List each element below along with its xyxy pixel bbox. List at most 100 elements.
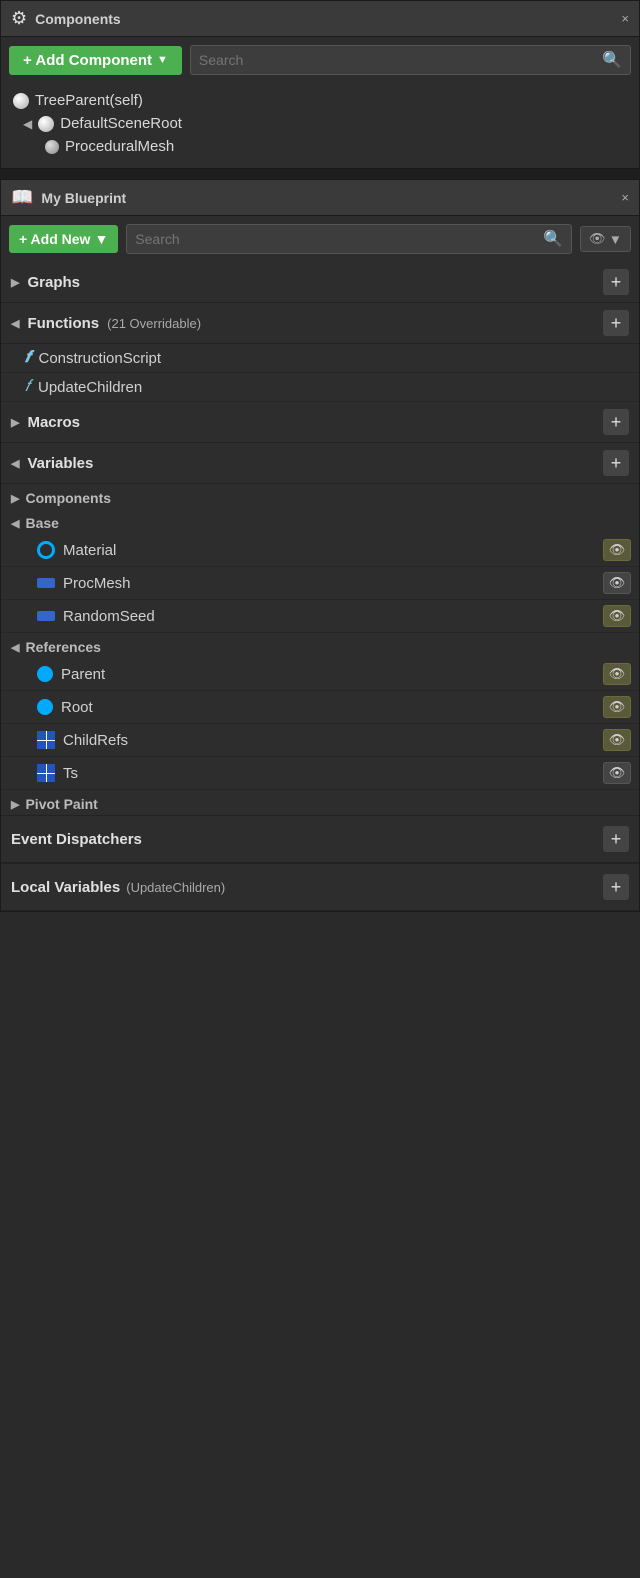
func-item-label: ConstructionScript	[39, 350, 162, 367]
sub-section-pivot-paint[interactable]: ▶ Pivot Paint	[1, 790, 639, 815]
book-icon: 📖	[11, 187, 33, 208]
proc-mesh-icon	[37, 578, 55, 588]
random-seed-eye-icon: 👁	[609, 608, 626, 624]
add-new-label: + Add New	[19, 231, 90, 247]
functions-label: Functions	[27, 315, 99, 332]
sphere-icon	[38, 116, 54, 132]
add-component-button[interactable]: + Add Component ▼	[9, 46, 182, 75]
add-component-label: + Add Component	[23, 52, 152, 69]
var-item-label: Root	[61, 699, 93, 716]
sphere-icon	[13, 93, 29, 109]
macros-add-button[interactable]: +	[603, 409, 629, 435]
variables-arrow-icon: ◀	[11, 457, 19, 470]
tree-item-defaultsceneroot[interactable]: ◀ DefaultSceneRoot	[1, 112, 639, 135]
macros-section-header[interactable]: ▶ Macros +	[1, 402, 639, 443]
update-children-icon: 𝑓	[25, 378, 30, 396]
eye-dropdown-icon: 👁	[589, 231, 606, 247]
components-panel-title: Components	[35, 11, 613, 27]
var-item-label: Parent	[61, 666, 105, 683]
add-new-button[interactable]: + Add New ▼	[9, 225, 118, 253]
var-item-root[interactable]: Root 👁	[1, 691, 639, 724]
functions-arrow-icon: ◀	[11, 317, 19, 330]
graphs-label: Graphs	[27, 274, 80, 291]
material-icon	[37, 541, 55, 559]
component-tree: TreeParent(self) ◀ DefaultSceneRoot Proc…	[1, 83, 639, 168]
func-item-label: UpdateChildren	[38, 379, 142, 396]
graphs-add-button[interactable]: +	[603, 269, 629, 295]
sub-section-base-arrow: ◀	[11, 517, 19, 530]
parent-icon	[37, 666, 53, 682]
eye-dropdown-button[interactable]: 👁 ▼	[580, 226, 631, 252]
components-panel-close[interactable]: ×	[621, 11, 629, 26]
my-blueprint-search-icon: 🔍	[543, 229, 563, 249]
event-dispatchers-add-button[interactable]: +	[603, 826, 629, 852]
functions-section-header[interactable]: ◀ Functions (21 Overridable) +	[1, 303, 639, 344]
components-panel: ⚙ Components × + Add Component ▼ 🔍 TreeP…	[0, 0, 640, 169]
macros-label: Macros	[27, 414, 80, 431]
my-blueprint-search-box: 🔍	[126, 224, 572, 254]
local-variables-add-button[interactable]: +	[603, 874, 629, 900]
tree-item-proceduralmesh[interactable]: ProceduralMesh	[1, 135, 639, 158]
local-variables-label: Local Variables	[11, 879, 120, 896]
macros-arrow-icon: ▶	[11, 416, 19, 429]
var-item-material[interactable]: Material 👁	[1, 534, 639, 567]
var-item-label: Ts	[63, 765, 78, 782]
components-toolbar: + Add Component ▼ 🔍	[1, 37, 639, 83]
sub-section-base-label: Base	[25, 515, 58, 531]
sub-section-pivot-paint-arrow: ▶	[11, 798, 19, 811]
my-blueprint-panel-close[interactable]: ×	[621, 190, 629, 205]
my-blueprint-panel: 📖 My Blueprint × + Add New ▼ 🔍 👁 ▼ ▶ Gra…	[0, 179, 640, 912]
components-search-icon: 🔍	[602, 50, 622, 70]
sphere-small-icon	[45, 140, 59, 154]
sub-section-components[interactable]: ▶ Components	[1, 484, 639, 509]
proc-mesh-eye-button[interactable]: 👁	[603, 572, 631, 594]
var-item-label: ChildRefs	[63, 732, 128, 749]
proc-mesh-eye-icon: 👁	[609, 575, 626, 591]
panel-separator	[0, 169, 640, 179]
parent-eye-button[interactable]: 👁	[603, 663, 631, 685]
tree-item-treeparent[interactable]: TreeParent(self)	[1, 89, 639, 112]
tree-item-label: DefaultSceneRoot	[60, 115, 182, 132]
graphs-arrow-icon: ▶	[11, 276, 19, 289]
sub-section-references-arrow: ◀	[11, 641, 19, 654]
var-item-label: Material	[63, 542, 116, 559]
var-item-label: RandomSeed	[63, 608, 155, 625]
functions-add-button[interactable]: +	[603, 310, 629, 336]
sub-section-pivot-paint-label: Pivot Paint	[25, 796, 97, 812]
my-blueprint-search-input[interactable]	[135, 231, 538, 247]
variables-section-header[interactable]: ◀ Variables +	[1, 443, 639, 484]
arrow-icon: ◀	[23, 117, 32, 131]
var-item-label: ProcMesh	[63, 575, 131, 592]
event-dispatchers-section[interactable]: Event Dispatchers +	[1, 815, 639, 863]
components-panel-header: ⚙ Components ×	[1, 1, 639, 37]
func-item-update-children[interactable]: 𝑓 UpdateChildren	[1, 373, 639, 402]
my-blueprint-panel-title: My Blueprint	[41, 190, 613, 206]
var-item-ts[interactable]: Ts 👁	[1, 757, 639, 790]
add-new-arrow: ▼	[94, 231, 108, 247]
add-component-arrow: ▼	[157, 54, 168, 66]
material-eye-button[interactable]: 👁	[603, 539, 631, 561]
parent-eye-icon: 👁	[609, 666, 626, 682]
var-item-proc-mesh[interactable]: ProcMesh 👁	[1, 567, 639, 600]
var-item-random-seed[interactable]: RandomSeed 👁	[1, 600, 639, 633]
random-seed-icon	[37, 611, 55, 621]
random-seed-eye-button[interactable]: 👁	[603, 605, 631, 627]
local-variables-section[interactable]: Local Variables (UpdateChildren) +	[1, 863, 639, 911]
tree-item-label: ProceduralMesh	[65, 138, 174, 155]
sub-section-references[interactable]: ◀ References	[1, 633, 639, 658]
components-icon: ⚙	[11, 8, 27, 29]
var-item-parent[interactable]: Parent 👁	[1, 658, 639, 691]
sub-section-base[interactable]: ◀ Base	[1, 509, 639, 534]
root-eye-button[interactable]: 👁	[603, 696, 631, 718]
var-item-childrefs[interactable]: ChildRefs 👁	[1, 724, 639, 757]
variables-add-button[interactable]: +	[603, 450, 629, 476]
root-eye-icon: 👁	[609, 699, 626, 715]
sub-section-components-label: Components	[25, 490, 111, 506]
ts-eye-icon: 👁	[609, 765, 626, 781]
components-search-input[interactable]	[199, 52, 597, 68]
childrefs-eye-button[interactable]: 👁	[603, 729, 631, 751]
construction-script-icon: 𝒇	[25, 349, 31, 367]
ts-eye-button[interactable]: 👁	[603, 762, 631, 784]
graphs-section-header[interactable]: ▶ Graphs +	[1, 262, 639, 303]
func-item-construction-script[interactable]: 𝒇 ConstructionScript	[1, 344, 639, 373]
